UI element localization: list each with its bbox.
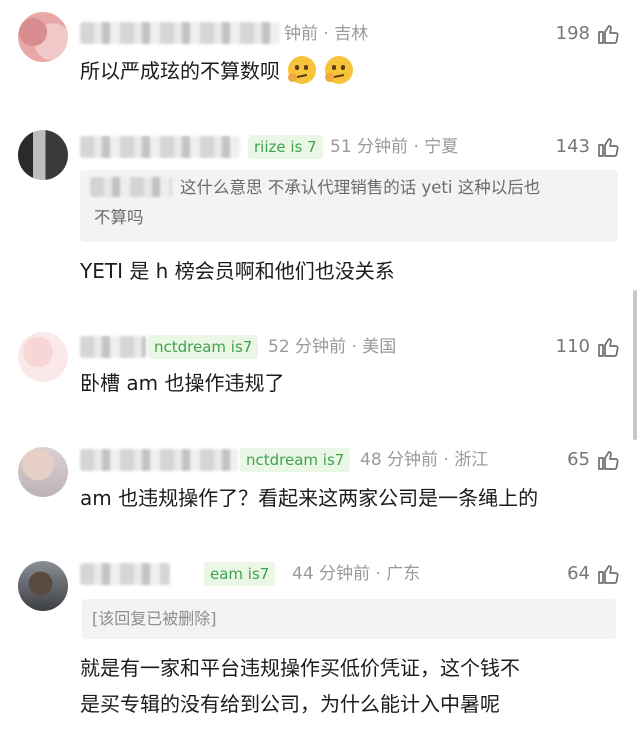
comment-text-line-2: 是买专辑的没有给到公司，为什么能计入中暑呢: [80, 692, 500, 716]
quote-line-2: 不算吗: [94, 208, 144, 227]
comment-text: YETI 是 h 榜会员啊和他们也没关系: [80, 259, 395, 283]
thinking-face-icon: [288, 56, 317, 84]
comment-text: 所以严成玹的不算数呗: [80, 56, 353, 86]
comment-4: nctdream is7 48 分钟前 · 浙江 65 am 也违规操作了？看起…: [0, 425, 640, 545]
avatar[interactable]: [18, 12, 68, 62]
username-redacted[interactable]: [80, 22, 280, 44]
like-count: 64: [567, 563, 590, 584]
comment-meta: 48 分钟前 · 浙江: [360, 450, 489, 470]
comment-3: nctdream is7 52 分钟前 · 美国 110 卧槽 am 也操作违规…: [0, 310, 640, 420]
like-button[interactable]: 64: [567, 561, 620, 587]
fan-badge: riize is 7: [248, 135, 323, 159]
comment-meta: 51 分钟前 · 宁夏: [330, 137, 459, 157]
fan-badge: eam is7: [204, 562, 276, 586]
thinking-face-icon: [324, 56, 353, 84]
comment-text: 卧槽 am 也操作违规了: [80, 371, 285, 395]
like-count: 110: [555, 336, 590, 357]
fan-badge: nctdream is7: [240, 448, 351, 472]
comment-meta: 钟前 · 吉林: [284, 24, 369, 44]
thumbs-up-icon: [598, 451, 619, 470]
like-button[interactable]: 143: [556, 134, 620, 160]
comment-2: riize is 7 51 分钟前 · 宁夏 143 这什么意思 不承认代理销售…: [0, 110, 640, 310]
thumbs-up-icon: [598, 338, 619, 357]
thumbs-up-icon: [598, 25, 619, 44]
thumbs-up-icon: [598, 565, 619, 584]
thumbs-up-icon: [598, 138, 619, 157]
like-button[interactable]: 65: [567, 447, 620, 473]
comment-text-line-1: 就是有一家和平台违规操作买低价凭证，这个钱不: [80, 656, 520, 680]
like-count: 65: [567, 449, 590, 470]
username-redacted[interactable]: [80, 136, 240, 158]
comment-text: am 也违规操作了？看起来这两家公司是一条绳上的: [80, 486, 539, 510]
comment-meta: 44 分钟前 · 广东: [292, 564, 421, 584]
quote-line-1: 这什么意思 不承认代理销售的话 yeti 这种以后也: [180, 178, 541, 197]
avatar[interactable]: [18, 447, 68, 497]
fan-badge: nctdream is7: [148, 335, 259, 359]
like-button[interactable]: 198: [556, 21, 620, 47]
avatar[interactable]: [18, 130, 68, 180]
comment-1: 钟前 · 吉林 198 所以严成玹的不算数呗: [0, 0, 640, 110]
quoted-username-redacted: [90, 177, 172, 197]
deleted-reply-notice: [该回复已被删除]: [82, 599, 616, 639]
comment-meta: 52 分钟前 · 美国: [268, 337, 397, 357]
like-count: 143: [555, 136, 590, 157]
like-count: 198: [555, 23, 590, 44]
username-redacted[interactable]: [80, 449, 238, 471]
comment-5: eam is7 44 分钟前 · 广东 64 [该回复已被删除] 就是有一家和平…: [0, 545, 640, 746]
username-redacted[interactable]: [80, 563, 170, 585]
like-button[interactable]: 110: [556, 334, 620, 360]
username-redacted[interactable]: [80, 336, 146, 358]
quoted-comment[interactable]: 这什么意思 不承认代理销售的话 yeti 这种以后也 不算吗: [80, 170, 618, 242]
avatar[interactable]: [18, 332, 68, 382]
avatar[interactable]: [18, 561, 68, 611]
scrollbar[interactable]: [633, 290, 637, 440]
